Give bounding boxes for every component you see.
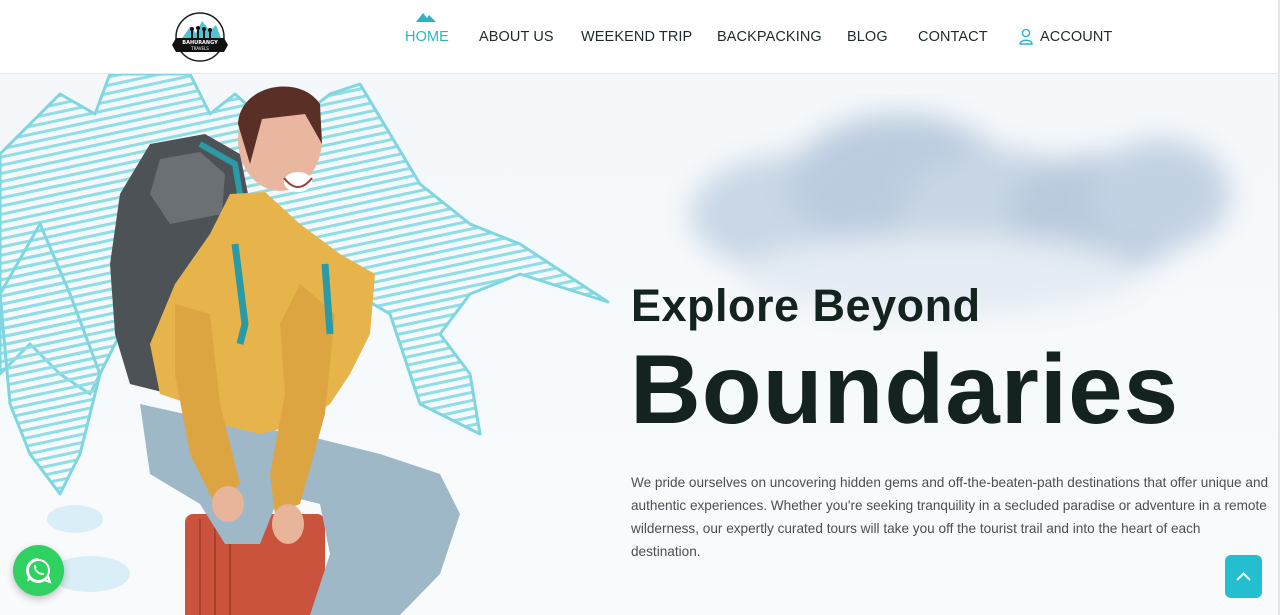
- chevron-up-icon: [1236, 572, 1251, 581]
- nav-home[interactable]: HOME: [405, 29, 449, 45]
- nav-blog[interactable]: BLOG: [847, 29, 888, 45]
- hero-description: We pride ourselves on uncovering hidden …: [631, 475, 1269, 559]
- hero-subtitle: Explore Beyond: [631, 280, 981, 331]
- hero-illustration: [0, 74, 610, 615]
- main-nav: HOME ABOUT US WEEKEND TRIP BACKPACKING B…: [0, 0, 1280, 74]
- site-header: BAHURANGY TRAVELS HOME ABOUT US WEEKEND …: [0, 0, 1280, 74]
- nav-backpacking[interactable]: BACKPACKING: [717, 29, 822, 45]
- nav-weekend-trip[interactable]: WEEKEND TRIP: [581, 29, 692, 45]
- mountain-icon: [416, 13, 436, 22]
- hero-title: Boundaries: [630, 334, 1180, 444]
- nav-account[interactable]: ACCOUNT: [1040, 29, 1112, 45]
- user-icon: [1019, 28, 1033, 45]
- hero-section: Explore Beyond Boundaries We pride ourse…: [0, 74, 1280, 615]
- nav-about-us[interactable]: ABOUT US: [479, 29, 554, 45]
- scroll-to-top-button[interactable]: [1225, 555, 1262, 598]
- whatsapp-icon: [26, 558, 52, 584]
- nav-contact[interactable]: CONTACT: [918, 29, 988, 45]
- whatsapp-button[interactable]: [13, 545, 64, 596]
